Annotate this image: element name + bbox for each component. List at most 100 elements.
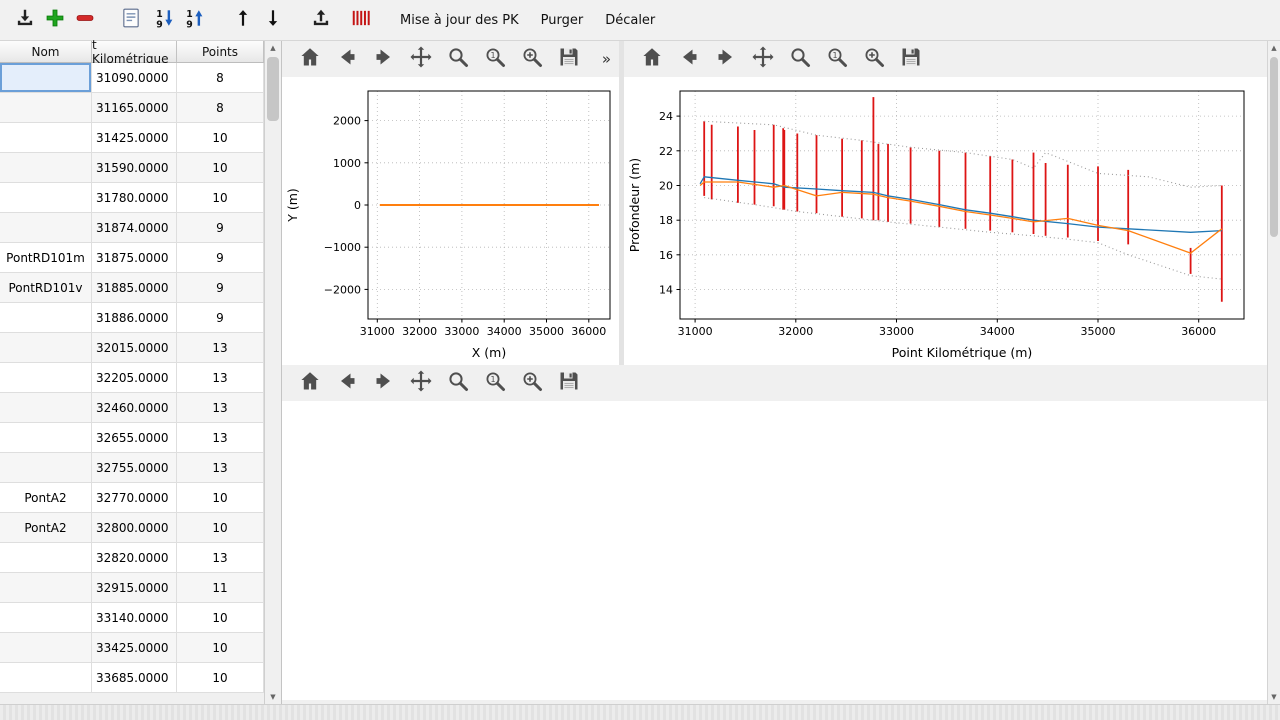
home-button[interactable]: [638, 45, 666, 73]
table-scrollbar[interactable]: ▲ ▼: [264, 41, 281, 704]
cell-points[interactable]: 10: [177, 603, 264, 632]
cell-pk[interactable]: 32205.0000: [92, 363, 177, 392]
column-header-points[interactable]: Points: [177, 41, 264, 62]
cell-nom[interactable]: [0, 663, 92, 692]
empty-figure[interactable]: [282, 401, 1267, 700]
import-button[interactable]: [10, 5, 40, 35]
scrollbar-thumb[interactable]: [267, 57, 279, 121]
cell-points[interactable]: 9: [177, 273, 264, 302]
cell-pk[interactable]: 32015.0000: [92, 333, 177, 362]
zoom-rect-button[interactable]: [518, 45, 546, 73]
cell-pk[interactable]: 31165.0000: [92, 93, 177, 122]
cell-nom[interactable]: [0, 93, 92, 122]
cell-points[interactable]: 13: [177, 423, 264, 452]
cell-pk[interactable]: 31886.0000: [92, 303, 177, 332]
toolbar-overflow-button[interactable]: »: [602, 50, 611, 68]
scrollbar-thumb[interactable]: [1270, 57, 1278, 237]
cell-points[interactable]: 10: [177, 183, 264, 212]
cell-points[interactable]: 10: [177, 483, 264, 512]
save-button[interactable]: [897, 45, 925, 73]
cell-nom[interactable]: [0, 153, 92, 182]
sort-descending-button[interactable]: 19: [150, 5, 180, 35]
column-header-nom[interactable]: Nom: [0, 41, 92, 62]
cell-nom[interactable]: [0, 363, 92, 392]
scrollbar-track[interactable]: [265, 55, 281, 690]
cell-nom[interactable]: [0, 123, 92, 152]
cell-points[interactable]: 13: [177, 453, 264, 482]
scrollbar-track[interactable]: [1268, 55, 1280, 690]
move-up-button[interactable]: [228, 5, 258, 35]
zoom-one-button[interactable]: 1: [481, 45, 509, 73]
cell-nom[interactable]: PontRD101v: [0, 273, 92, 302]
right-scrollbar[interactable]: ▲ ▼: [1267, 41, 1280, 704]
cell-pk[interactable]: 31090.0000: [92, 63, 177, 92]
cell-pk[interactable]: 32460.0000: [92, 393, 177, 422]
plot-xy[interactable]: 310003200033000340003500036000−2000−1000…: [282, 77, 619, 369]
cell-pk[interactable]: 31885.0000: [92, 273, 177, 302]
cell-points[interactable]: 10: [177, 123, 264, 152]
mise-a-jour-pk-button[interactable]: Mise à jour des PK: [392, 8, 527, 33]
zoom-rect-button[interactable]: [518, 369, 546, 397]
cell-points[interactable]: 13: [177, 333, 264, 362]
zoom-one-button[interactable]: 1: [481, 369, 509, 397]
plot-profile[interactable]: 3100032000330003400035000360001416182022…: [624, 77, 1267, 369]
cell-points[interactable]: 10: [177, 513, 264, 542]
cell-nom[interactable]: [0, 453, 92, 482]
back-button[interactable]: [333, 45, 361, 73]
remove-section-button[interactable]: [70, 5, 100, 35]
save-button[interactable]: [555, 369, 583, 397]
cell-pk[interactable]: 32770.0000: [92, 483, 177, 512]
cell-nom[interactable]: [0, 633, 92, 662]
cell-points[interactable]: 13: [177, 363, 264, 392]
cell-pk[interactable]: 32915.0000: [92, 573, 177, 602]
cell-pk[interactable]: 31425.0000: [92, 123, 177, 152]
decaler-button[interactable]: Décaler: [597, 8, 663, 33]
cell-points[interactable]: 13: [177, 393, 264, 422]
scroll-up-icon[interactable]: ▲: [265, 41, 281, 55]
cell-points[interactable]: 8: [177, 93, 264, 122]
cell-nom[interactable]: [0, 573, 92, 602]
cell-points[interactable]: 9: [177, 243, 264, 272]
cell-pk[interactable]: 33685.0000: [92, 663, 177, 692]
cell-nom[interactable]: PontA2: [0, 483, 92, 512]
cell-nom[interactable]: [0, 303, 92, 332]
cell-nom[interactable]: PontA2: [0, 513, 92, 542]
cell-nom[interactable]: [0, 543, 92, 572]
cell-pk[interactable]: 31875.0000: [92, 243, 177, 272]
cell-points[interactable]: 8: [177, 63, 264, 92]
cell-pk[interactable]: 31780.0000: [92, 183, 177, 212]
pan-button[interactable]: [407, 369, 435, 397]
cell-points[interactable]: 11: [177, 573, 264, 602]
zoom-rect-button[interactable]: [860, 45, 888, 73]
pan-button[interactable]: [749, 45, 777, 73]
cell-pk[interactable]: 32800.0000: [92, 513, 177, 542]
back-button[interactable]: [675, 45, 703, 73]
purger-button[interactable]: Purger: [533, 8, 592, 33]
home-button[interactable]: [296, 369, 324, 397]
cell-pk[interactable]: 32655.0000: [92, 423, 177, 452]
cell-points[interactable]: 9: [177, 213, 264, 242]
cell-nom[interactable]: [0, 393, 92, 422]
edit-form-button[interactable]: [116, 5, 146, 35]
zoom-one-button[interactable]: 1: [823, 45, 851, 73]
sort-ascending-button[interactable]: 19: [180, 5, 210, 35]
zoom-button[interactable]: [444, 45, 472, 73]
home-button[interactable]: [296, 45, 324, 73]
cell-points[interactable]: 10: [177, 153, 264, 182]
add-section-button[interactable]: [40, 5, 70, 35]
column-header-pk[interactable]: t Kilométrique: [92, 41, 177, 62]
cell-nom[interactable]: [0, 333, 92, 362]
cell-pk[interactable]: 32755.0000: [92, 453, 177, 482]
scroll-down-icon[interactable]: ▼: [1268, 690, 1280, 704]
scroll-down-icon[interactable]: ▼: [265, 690, 281, 704]
cell-points[interactable]: 10: [177, 663, 264, 692]
cell-nom[interactable]: PontRD101m: [0, 243, 92, 272]
forward-button[interactable]: [712, 45, 740, 73]
cell-nom-selected[interactable]: [0, 63, 92, 92]
cell-points[interactable]: 13: [177, 543, 264, 572]
horizontal-scrollbar[interactable]: [0, 704, 1280, 720]
forward-button[interactable]: [370, 369, 398, 397]
zoom-button[interactable]: [444, 369, 472, 397]
cell-points[interactable]: 10: [177, 633, 264, 662]
forward-button[interactable]: [370, 45, 398, 73]
